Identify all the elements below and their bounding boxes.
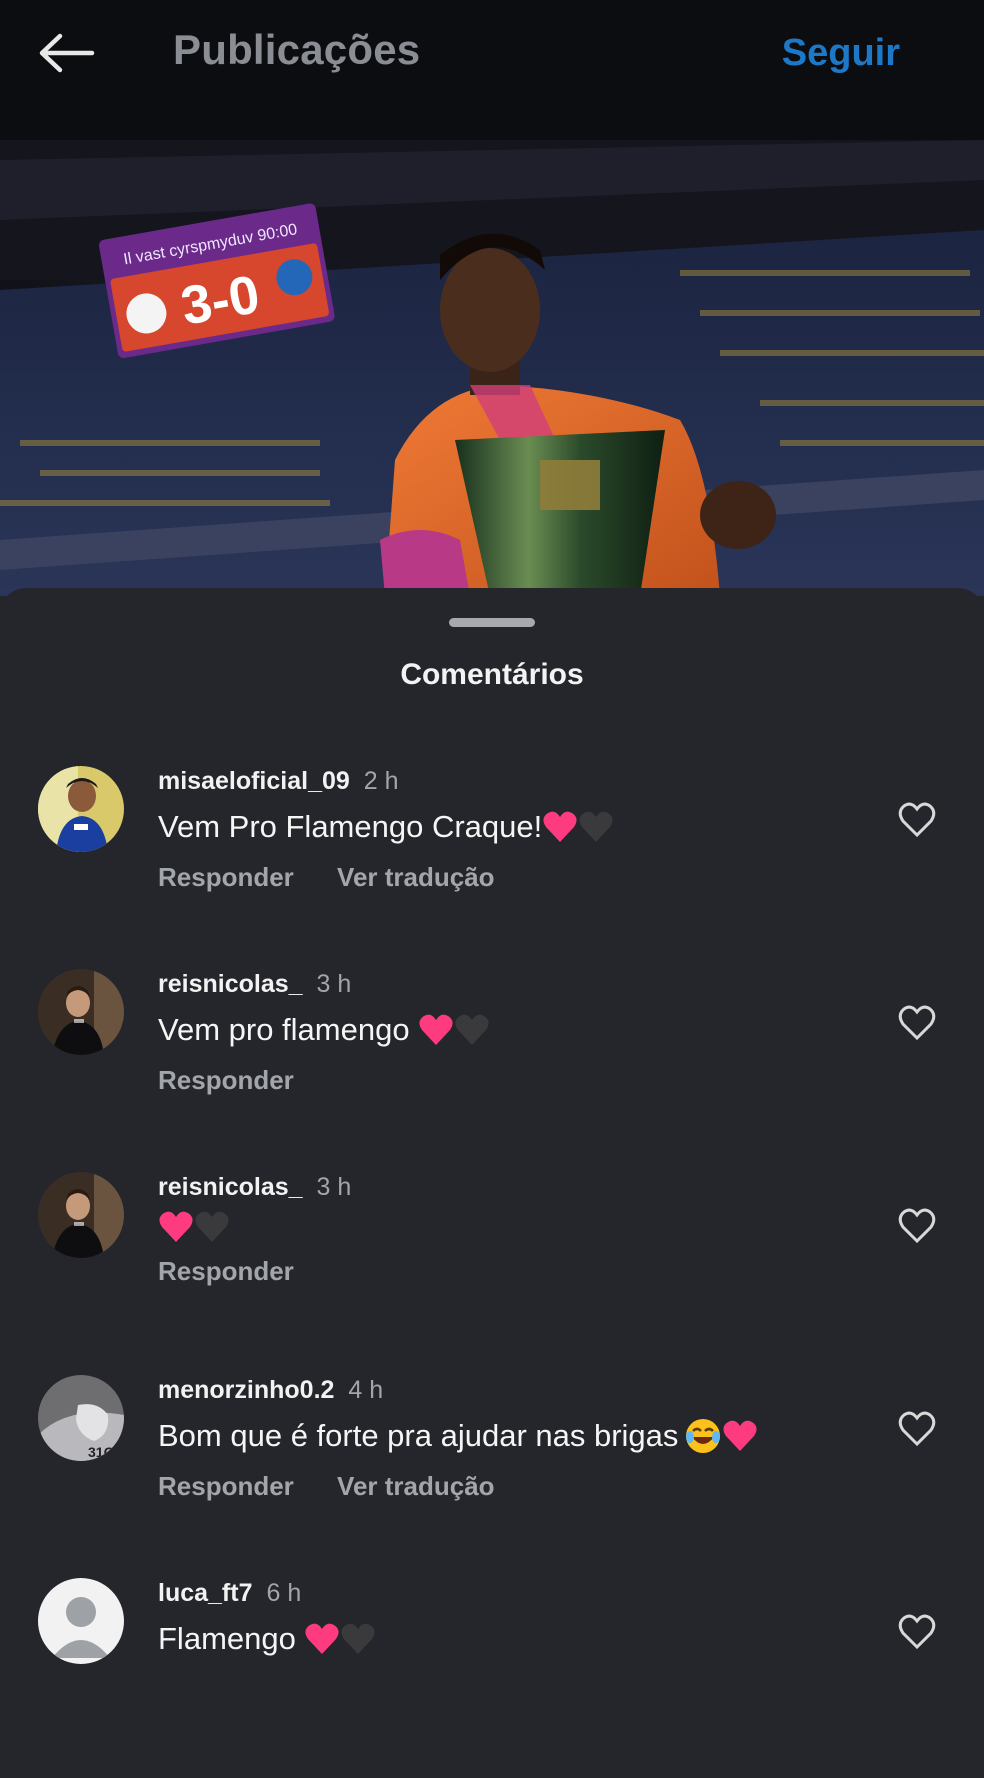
comment-time: 2 h	[363, 767, 399, 795]
comment-text: Vem pro flamengo	[158, 1012, 419, 1047]
black-heart-emoji	[455, 1014, 489, 1045]
pink-heart-emoji	[305, 1623, 340, 1654]
page-title: Publicações	[173, 26, 421, 73]
avatar[interactable]	[38, 766, 124, 852]
reply-button[interactable]: Responder	[158, 862, 294, 892]
comment-item: reisnicolas_ 3 h Responder	[0, 1172, 984, 1372]
reply-button[interactable]: Responder	[158, 1471, 294, 1501]
black-heart-emoji	[341, 1623, 376, 1654]
comment-username[interactable]: reisnicolas_	[158, 1173, 303, 1201]
stadium-photo: Il vast cyrspmyduv 90:00 3-0	[0, 140, 984, 596]
comment-time: 3 h	[316, 970, 352, 998]
reply-button[interactable]: Responder	[158, 1065, 294, 1095]
like-heart-icon[interactable]	[898, 1208, 936, 1244]
comment-username[interactable]: menorzinho0.2	[158, 1376, 334, 1404]
black-heart-emoji	[579, 811, 613, 842]
laughing-emoji	[686, 1419, 721, 1453]
default-avatar-icon[interactable]	[38, 1578, 124, 1664]
top-bar: Publicações Seguir	[0, 0, 984, 140]
avatar[interactable]: 31G	[38, 1375, 124, 1461]
pink-heart-emoji	[419, 1014, 453, 1045]
comment-username[interactable]: misaeloficial_09	[158, 767, 350, 795]
like-heart-icon[interactable]	[898, 1614, 936, 1650]
reply-button[interactable]: Responder	[158, 1256, 294, 1286]
comment-time: 6 h	[266, 1579, 302, 1607]
comment-item: 31G menorzinho0.2 4 h Bom que é forte pra…	[0, 1375, 984, 1575]
black-heart-emoji	[195, 1211, 229, 1242]
pink-heart-emoji	[159, 1211, 193, 1242]
comment-username[interactable]: reisnicolas_	[158, 970, 303, 998]
avatar[interactable]	[38, 1172, 124, 1258]
comment-item: reisnicolas_ 3 h Vem pro flamengo Respond…	[0, 969, 984, 1169]
comment-text: Bom que é forte pra ajudar nas brigas	[158, 1418, 679, 1453]
post-image[interactable]: Il vast cyrspmyduv 90:00 3-0	[0, 140, 984, 596]
pink-heart-emoji	[723, 1420, 757, 1451]
comments-sheet: Comentários misaeloficial_09 2 h Vem Pro …	[0, 588, 984, 1691]
comment-time: 3 h	[316, 1173, 352, 1201]
svg-text:31G: 31G	[88, 1444, 115, 1460]
comment-text: Vem Pro Flamengo Craque!	[158, 809, 543, 844]
comment-time: 4 h	[348, 1376, 384, 1404]
like-heart-icon[interactable]	[898, 802, 936, 838]
pink-heart-emoji	[543, 811, 577, 842]
like-heart-icon[interactable]	[898, 1411, 936, 1447]
translate-button[interactable]: Ver tradução	[337, 862, 495, 892]
sheet-title: Comentários	[400, 658, 584, 691]
comment-username[interactable]: luca_ft7	[158, 1579, 252, 1607]
comment-item: misaeloficial_09 2 h Vem Pro Flamengo Cra…	[0, 766, 984, 966]
follow-button[interactable]: Seguir	[782, 32, 900, 75]
comment-item: luca_ft7 6 h Flamengo	[0, 1578, 984, 1778]
comment-text: Flamengo	[158, 1621, 305, 1656]
avatar[interactable]	[38, 969, 124, 1055]
drag-handle[interactable]	[449, 618, 535, 627]
translate-button[interactable]: Ver tradução	[337, 1471, 495, 1501]
like-heart-icon[interactable]	[898, 1005, 936, 1041]
back-arrow-icon[interactable]	[36, 30, 96, 76]
